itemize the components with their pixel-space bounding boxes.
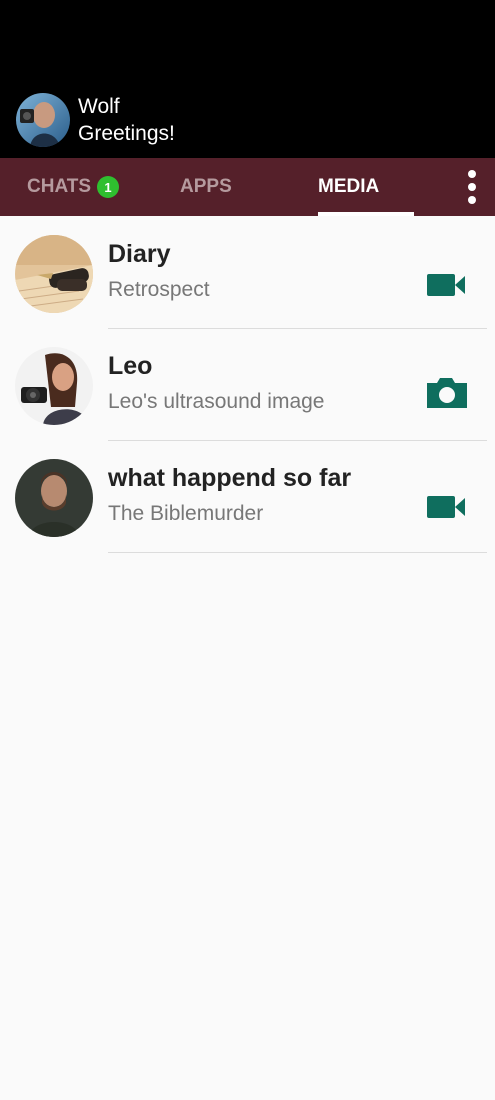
tab-bar: CHATS 1 APPS MEDIA — [0, 158, 495, 216]
tab-chats-label: CHATS — [27, 176, 92, 197]
photo-camera-icon[interactable] — [425, 377, 469, 409]
media-item-diary[interactable]: Diary Retrospect — [0, 218, 495, 330]
media-subtitle: Leo's ultrasound image — [108, 390, 325, 413]
tab-apps[interactable]: APPS — [180, 158, 232, 216]
media-title: Diary — [108, 240, 171, 268]
profile-avatar[interactable] — [16, 93, 70, 147]
video-camera-icon[interactable] — [425, 269, 469, 301]
tab-media-label: MEDIA — [318, 176, 380, 197]
bearded-man-thumbnail — [15, 459, 93, 537]
more-vert-icon[interactable] — [458, 165, 486, 209]
app-header: Wolf Greetings! — [0, 0, 495, 158]
media-title: what happend so far — [108, 464, 352, 492]
profile-name: Wolf — [78, 95, 120, 118]
media-subtitle: The Biblemurder — [108, 502, 264, 525]
tab-apps-label: APPS — [180, 176, 232, 197]
tab-media[interactable]: MEDIA — [318, 158, 379, 216]
media-subtitle: Retrospect — [108, 278, 210, 301]
video-camera-icon[interactable] — [425, 491, 469, 523]
media-item-leo[interactable]: Leo Leo's ultrasound image — [0, 330, 495, 442]
active-tab-indicator — [318, 212, 414, 216]
item-divider — [108, 552, 487, 553]
profile-status: Greetings! — [78, 122, 175, 145]
item-divider — [108, 440, 487, 441]
item-divider — [108, 328, 487, 329]
woman-camera-thumbnail — [15, 347, 93, 425]
media-item-what-happend-so-far[interactable]: what happend so far The Biblemurder — [0, 442, 495, 554]
media-title: Leo — [108, 352, 153, 380]
tab-chats[interactable]: CHATS 1 — [27, 158, 120, 216]
fountain-pen-thumbnail — [15, 235, 93, 313]
unread-badge: 1 — [97, 176, 120, 198]
